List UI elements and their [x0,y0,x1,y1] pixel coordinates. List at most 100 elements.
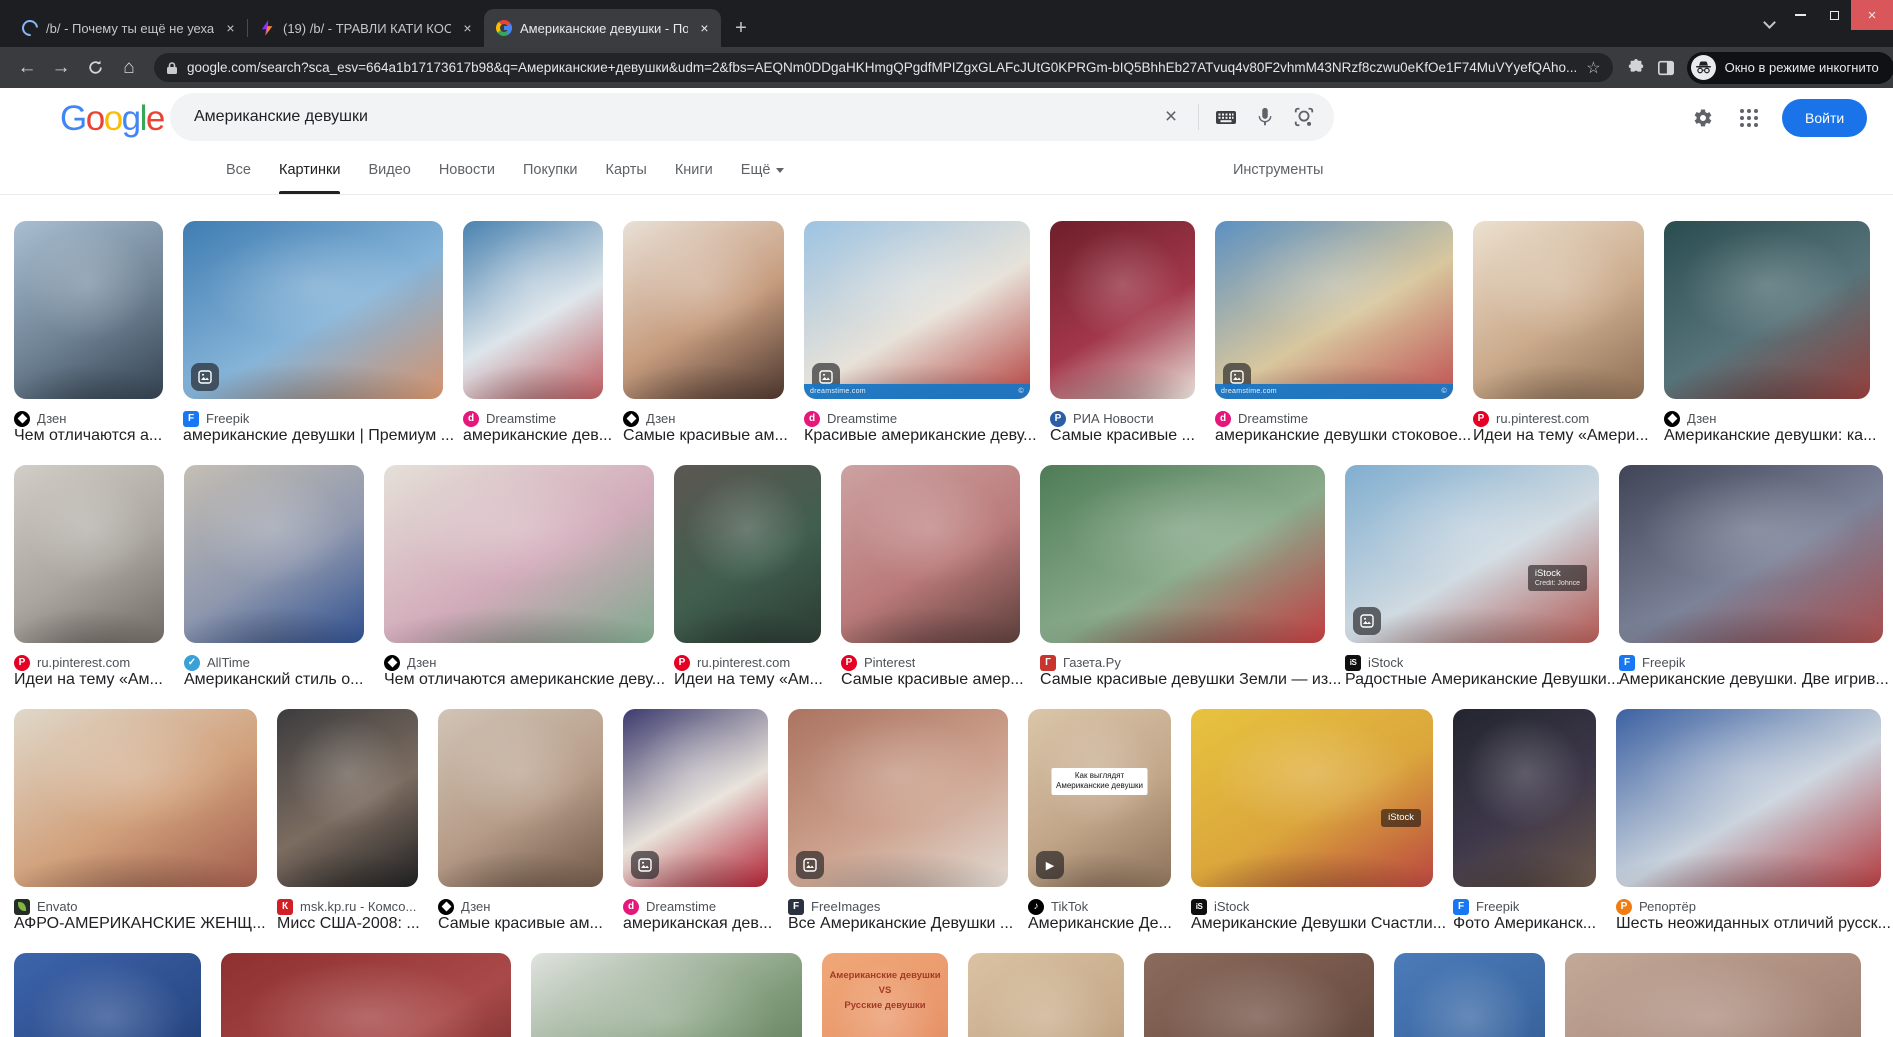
tab-close-icon[interactable]: × [222,20,239,37]
result-caption[interactable]: d Dreamstime американские девушки стоков… [1215,410,1471,445]
window-restore-button[interactable] [1817,0,1851,30]
result-caption[interactable]: Дзен Чем отличаются американские деву... [384,654,665,689]
browser-tab[interactable]: (19) /b/ - ТРАВЛИ КАТИ КОСМО × [247,9,485,47]
result-caption[interactable]: Дзен Самые красивые ам... [438,898,603,933]
result-caption[interactable]: F FreeImages Все Американские Девушки ..… [788,898,1013,933]
forward-button[interactable]: → [44,51,78,85]
result-caption[interactable]: d Dreamstime американская дев... [623,898,772,933]
image-result-tile[interactable]: iStock Credit: Johnce [1345,465,1599,643]
result-caption[interactable]: Г Газета.Ру Самые красивые девушки Земли… [1040,654,1342,689]
result-caption[interactable]: ✓ AllTime Американский стиль о... [184,654,364,689]
result-caption[interactable]: d Dreamstime американские дев... [463,410,612,445]
result-caption[interactable]: Р Репортёр Шесть неожиданных отличий рус… [1616,898,1891,933]
image-result-tile[interactable] [841,465,1020,643]
result-caption[interactable]: iS iStock Радостные Американские Девушки… [1345,654,1620,689]
image-result-tile[interactable] [277,709,418,887]
filter-tab[interactable]: Видео [368,146,410,194]
keyboard-icon[interactable] [1214,105,1238,129]
image-result-tile[interactable] [14,465,164,643]
image-result-tile[interactable] [1616,709,1881,887]
url-text[interactable]: google.com/search?sca_esv=664a1b17173617… [187,60,1577,75]
filter-tab[interactable]: Карты [606,146,647,194]
filter-tab[interactable]: Новости [439,146,495,194]
image-result-tile[interactable] [14,953,201,1037]
tools-link[interactable]: Инструменты [1233,162,1323,178]
image-result-tile[interactable] [14,709,257,887]
result-caption[interactable]: Envato АФРО-АМЕРИКАНСКИЕ ЖЕНЩ... [14,898,266,933]
browser-tab[interactable]: /b/ - Почему ты ещё не уехал в × [10,9,248,47]
result-caption[interactable]: iS iStock Американские Девушки Счастли..… [1191,898,1446,933]
result-caption[interactable]: Р РИА Новости Самые красивые ... [1050,410,1195,445]
result-caption[interactable]: d Dreamstime Красивые американские деву.… [804,410,1037,445]
search-input[interactable] [194,108,1144,126]
window-close-button[interactable]: × [1851,0,1893,30]
image-result-tile[interactable] [1473,221,1644,399]
new-tab-button[interactable]: + [727,14,755,42]
source-favicon: Г [1040,654,1056,671]
image-result-tile[interactable] [183,221,443,399]
filter-tab[interactable]: Все [226,146,251,194]
reload-button[interactable] [78,51,112,85]
result-caption[interactable]: P ru.pinterest.com Идеи на тему «Ам... [14,654,164,689]
side-panel-icon[interactable] [1651,53,1681,83]
tab-close-icon[interactable]: × [696,20,713,37]
image-result-tile[interactable] [1050,221,1195,399]
settings-gear-icon[interactable] [1684,99,1722,137]
image-result-tile[interactable] [1394,953,1545,1037]
result-caption[interactable]: P ru.pinterest.com Идеи на тему «Амери..… [1473,410,1649,445]
home-button[interactable]: ⌂ [112,51,146,85]
image-result-tile[interactable]: Американские девушки VS Русские девушки [822,953,948,1037]
image-result-tile[interactable] [623,709,768,887]
extensions-puzzle-icon[interactable] [1621,53,1651,83]
result-caption[interactable]: F Freepik американские девушки | Премиум… [183,410,454,445]
image-result-tile[interactable]: dreamstime.com © [804,221,1030,399]
image-result-tile[interactable] [531,953,802,1037]
filter-tab[interactable]: Покупки [523,146,578,194]
result-caption[interactable]: F Freepik Американские девушки. Две игри… [1619,654,1889,689]
image-result-tile[interactable] [384,465,654,643]
google-logo[interactable]: Google [60,101,165,136]
result-caption[interactable]: Дзен Американские девушки: ка... [1664,410,1876,445]
result-caption[interactable]: Дзен Самые красивые ам... [623,410,788,445]
image-result-tile[interactable] [1664,221,1870,399]
filter-tab[interactable]: Ещё [741,146,785,194]
filter-tab[interactable]: Картинки [279,146,341,194]
result-caption[interactable]: ♪ TikTok Американские Де... [1028,898,1172,933]
image-result-tile[interactable] [438,709,603,887]
image-result-tile[interactable] [623,221,784,399]
image-result-tile[interactable] [674,465,821,643]
result-caption[interactable]: F Freepik Фото Американск... [1453,898,1596,933]
google-apps-grid-icon[interactable] [1730,99,1768,137]
image-result-tile[interactable] [968,953,1124,1037]
result-caption[interactable]: P Pinterest Самые красивые амер... [841,654,1024,689]
address-bar[interactable]: google.com/search?sca_esv=664a1b17173617… [154,53,1613,82]
filter-tab[interactable]: Книги [675,146,713,194]
sign-in-button[interactable]: Войти [1782,99,1868,137]
image-result-tile[interactable] [184,465,364,643]
image-result-tile[interactable] [14,221,163,399]
browser-tab[interactable]: Американские девушки - Поис × [484,9,721,47]
image-result-tile[interactable]: iStock [1191,709,1433,887]
image-result-tile[interactable] [1453,709,1596,887]
window-minimize-button[interactable] [1783,0,1817,30]
tab-search-chevron-icon[interactable] [1755,10,1783,38]
image-result-tile[interactable] [1619,465,1883,643]
image-result-tile[interactable] [221,953,511,1037]
bookmark-star-icon[interactable]: ☆ [1586,58,1600,78]
image-result-tile[interactable] [1565,953,1861,1037]
image-result-tile[interactable]: dreamstime.com © [1215,221,1453,399]
image-result-tile[interactable] [1040,465,1325,643]
lens-search-icon[interactable] [1292,105,1316,129]
image-result-tile[interactable] [463,221,603,399]
filter-tab-label: Ещё [740,162,771,178]
result-caption[interactable]: Дзен Чем отличаются а... [14,410,163,445]
tab-close-icon[interactable]: × [459,20,476,37]
result-caption[interactable]: К msk.kp.ru - Комсо... Мисс США-2008: ..… [277,898,420,933]
clear-search-icon[interactable]: × [1159,105,1183,129]
image-result-tile[interactable] [1144,953,1374,1037]
image-result-tile[interactable]: ▶ Как выглядят Американские девушки [1028,709,1171,887]
result-caption[interactable]: P ru.pinterest.com Идеи на тему «Ам... [674,654,823,689]
image-result-tile[interactable] [788,709,1008,887]
back-button[interactable]: ← [10,51,44,85]
voice-search-icon[interactable] [1253,105,1277,129]
